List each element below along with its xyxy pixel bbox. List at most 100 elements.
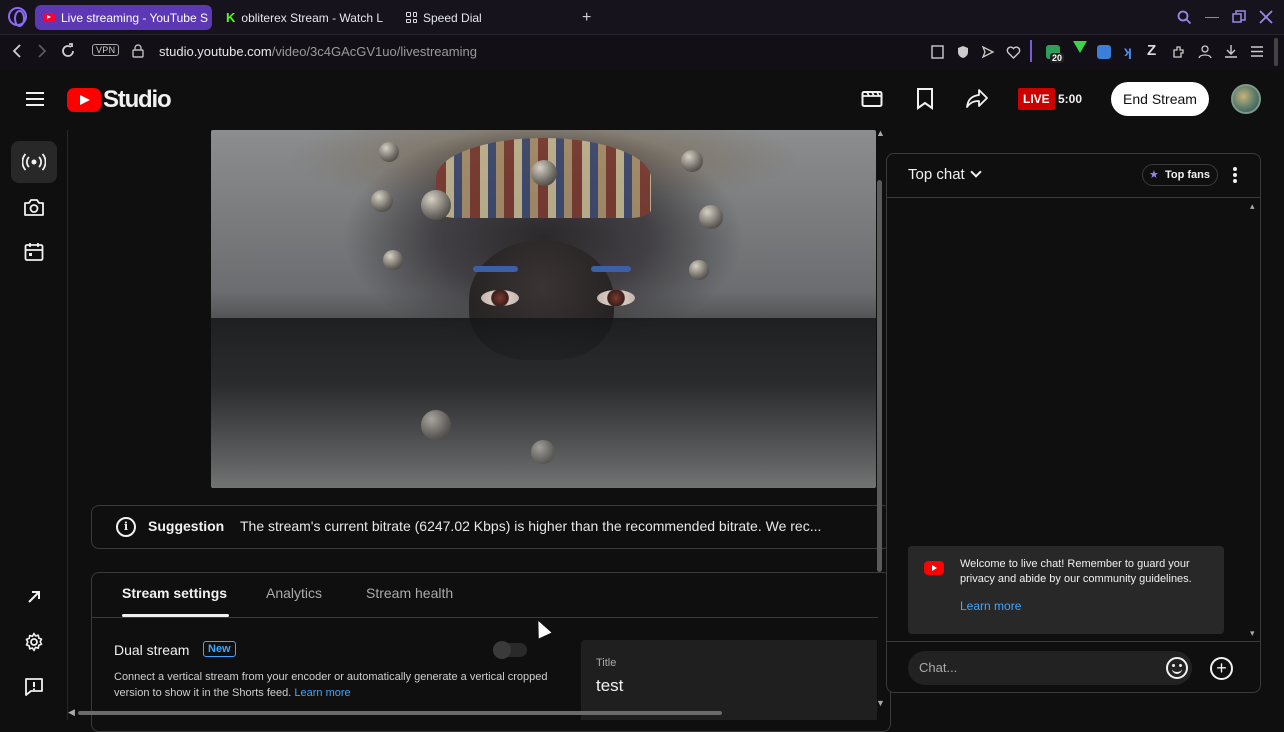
- main-scrollbar-thumb[interactable]: [877, 180, 882, 572]
- minimize-icon[interactable]: —: [1205, 8, 1219, 24]
- new-tab-button[interactable]: +: [574, 5, 602, 30]
- vpn-badge[interactable]: VPN: [92, 44, 120, 56]
- scroll-left-icon[interactable]: ◀: [68, 707, 75, 718]
- youtube-icon: [924, 561, 944, 575]
- video-bead: [421, 190, 451, 220]
- video-bead: [699, 205, 723, 229]
- easy-setup-icon[interactable]: [1250, 45, 1264, 58]
- calendar-icon: [24, 243, 44, 261]
- welcome-learn-more-link[interactable]: Learn more: [960, 599, 1021, 613]
- extension-z-icon[interactable]: Z: [1147, 42, 1156, 59]
- chat-mode-dropdown[interactable]: Top chat: [908, 166, 982, 183]
- top-fans-label: Top fans: [1165, 169, 1211, 181]
- new-badge: New: [203, 641, 236, 657]
- url-field[interactable]: studio.youtube.com/video/3c4GAcGV1uo/liv…: [159, 44, 477, 59]
- video-bead: [383, 250, 403, 270]
- tab-youtube-studio[interactable]: Live streaming - YouTube S: [35, 5, 212, 30]
- dual-stream-description: Connect a vertical stream from your enco…: [114, 669, 554, 701]
- clapperboard-icon[interactable]: [861, 88, 883, 108]
- tab-speed-dial[interactable]: Speed Dial: [398, 5, 498, 30]
- send-icon[interactable]: [981, 45, 995, 59]
- title-field-label: Title: [596, 657, 617, 669]
- shield-icon[interactable]: [956, 45, 970, 59]
- opera-menu-icon[interactable]: [8, 7, 27, 27]
- dual-stream-toggle[interactable]: [493, 641, 527, 659]
- share-icon[interactable]: [966, 88, 988, 108]
- live-timer: 5:00: [1058, 92, 1083, 106]
- rail-item-stream[interactable]: [11, 141, 57, 183]
- stream-preview-video[interactable]: [211, 130, 876, 488]
- account-icon[interactable]: [1198, 44, 1212, 59]
- feedback-icon: [25, 678, 43, 696]
- downloads-icon[interactable]: [1224, 44, 1238, 59]
- snapshot-icon[interactable]: [931, 45, 944, 59]
- translate-icon[interactable]: [1097, 45, 1111, 59]
- browser-tab-bar: Live streaming - YouTube S K obliterex S…: [0, 0, 1284, 35]
- url-path: /video/3c4GAcGV1uo/livestreaming: [271, 44, 477, 59]
- reload-icon[interactable]: [60, 43, 76, 59]
- speed-dial-icon: [406, 12, 417, 23]
- bookmark-icon[interactable]: [916, 88, 934, 110]
- close-window-icon[interactable]: [1259, 10, 1273, 24]
- chat-scroll-up-icon[interactable]: ▴: [1250, 201, 1255, 212]
- search-tabs-icon[interactable]: [1177, 10, 1192, 25]
- tab-analytics[interactable]: Analytics: [266, 585, 322, 601]
- sidebar-handle[interactable]: [1274, 38, 1278, 66]
- heart-icon[interactable]: [1006, 45, 1021, 59]
- tab-stream-health[interactable]: Stream health: [366, 585, 453, 601]
- youtube-logo-icon[interactable]: [67, 88, 101, 112]
- extension-k-icon[interactable]: ʞ: [1124, 43, 1132, 59]
- video-bead: [531, 160, 557, 186]
- extensions-icon[interactable]: [1171, 45, 1186, 59]
- restore-icon[interactable]: [1232, 10, 1246, 24]
- info-icon: i: [116, 517, 136, 537]
- rail-item-webcam[interactable]: [11, 186, 57, 228]
- tab-stream-settings[interactable]: Stream settings: [122, 585, 227, 601]
- external-link-icon: [28, 591, 40, 603]
- dual-stream-learn-more-link[interactable]: Learn more: [294, 687, 350, 699]
- scroll-up-icon[interactable]: ▲: [876, 128, 885, 138]
- more-options-icon[interactable]: [1233, 167, 1237, 183]
- lock-icon[interactable]: [132, 44, 144, 58]
- video-bead: [689, 260, 709, 280]
- scroll-down-icon[interactable]: ▼: [876, 698, 885, 708]
- chat-input-divider: [887, 641, 1260, 642]
- menu-icon[interactable]: [26, 92, 44, 106]
- forward-icon[interactable]: [36, 44, 48, 58]
- video-bead: [681, 150, 703, 172]
- video-eye: [597, 290, 635, 306]
- toolbar-divider: [1030, 40, 1032, 62]
- download-arrow-icon[interactable]: [1073, 41, 1087, 53]
- chat-input-placeholder: Chat...: [919, 660, 958, 675]
- camera-icon: [24, 199, 44, 216]
- rail-item-studio-link[interactable]: [11, 576, 57, 618]
- live-broadcast-icon: [22, 153, 46, 171]
- chat-header-divider: [887, 197, 1260, 198]
- youtube-favicon-icon: [43, 13, 55, 22]
- dual-stream-title: Dual stream: [114, 642, 190, 658]
- emoji-icon[interactable]: [1166, 657, 1188, 679]
- avatar[interactable]: [1231, 84, 1261, 114]
- chevron-down-icon: [970, 166, 982, 178]
- chat-mode-label: Top chat: [908, 166, 965, 183]
- chat-scroll-down-icon[interactable]: ▾: [1250, 628, 1255, 639]
- video-bead: [371, 190, 393, 212]
- video-face-paint: [591, 266, 631, 272]
- plus-icon: +: [582, 8, 592, 26]
- horizontal-scrollbar-thumb[interactable]: [78, 711, 722, 715]
- studio-logo-text[interactable]: Studio: [103, 86, 172, 114]
- rail-item-manage[interactable]: [11, 231, 57, 273]
- kick-favicon-icon: K: [226, 10, 236, 25]
- title-field-value[interactable]: test: [596, 676, 623, 696]
- tab-kick-stream[interactable]: K obliterex Stream - Watch L: [218, 5, 390, 30]
- rail-item-settings[interactable]: [11, 621, 57, 663]
- tabs-divider: [92, 617, 878, 618]
- title-field[interactable]: [581, 640, 877, 720]
- back-icon[interactable]: [11, 44, 23, 58]
- end-stream-button[interactable]: End Stream: [1111, 82, 1209, 116]
- suggestion-label: Suggestion: [148, 518, 225, 534]
- add-icon[interactable]: +: [1210, 657, 1233, 680]
- video-bead: [421, 410, 451, 440]
- rail-item-feedback[interactable]: [11, 666, 57, 708]
- suggestion-text: The stream's current bitrate (6247.02 Kb…: [240, 518, 822, 534]
